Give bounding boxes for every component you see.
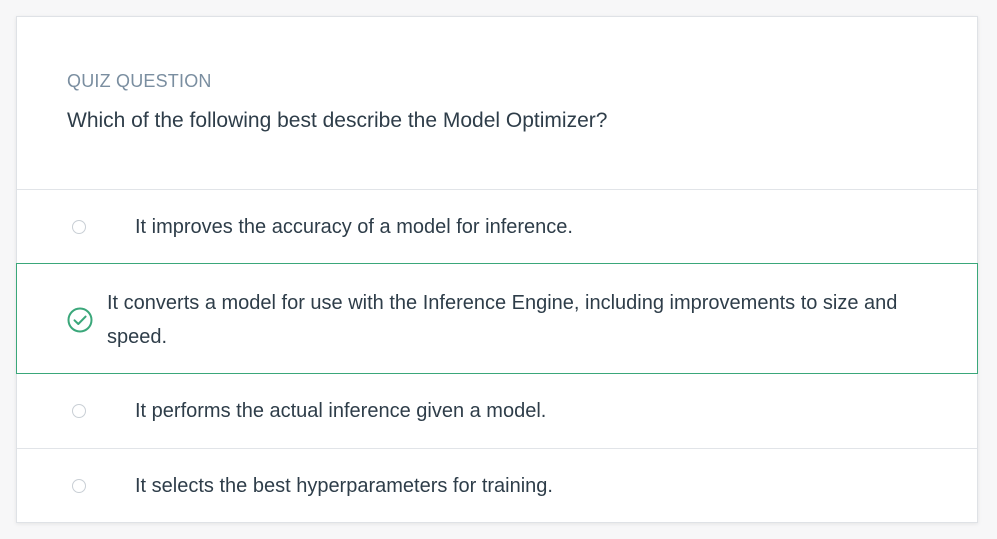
quiz-header: QUIZ QUESTION Which of the following bes… [17,17,977,190]
page-background: QUIZ QUESTION Which of the following bes… [0,0,997,539]
radio-empty-icon[interactable] [72,220,86,234]
check-circle-icon[interactable] [67,307,93,333]
answer-option-2-selected[interactable]: It converts a model for use with the Inf… [16,263,978,374]
answer-option-label: It performs the actual inference given a… [135,400,547,422]
answer-option-4[interactable]: It selects the best hyperparameters for … [17,449,977,523]
radio-empty-icon[interactable] [72,404,86,418]
answer-option-label: It converts a model for use with the Inf… [107,292,898,348]
answer-option-1[interactable]: It improves the accuracy of a model for … [17,190,977,264]
answer-option-label: It selects the best hyperparameters for … [135,475,553,497]
quiz-question: Which of the following best describe the… [67,109,608,132]
answer-option-3[interactable]: It performs the actual inference given a… [17,374,977,449]
radio-empty-icon[interactable] [72,479,86,493]
quiz-card: QUIZ QUESTION Which of the following bes… [16,16,978,523]
quiz-eyebrow: QUIZ QUESTION [67,71,212,91]
answer-option-label: It improves the accuracy of a model for … [135,216,573,238]
